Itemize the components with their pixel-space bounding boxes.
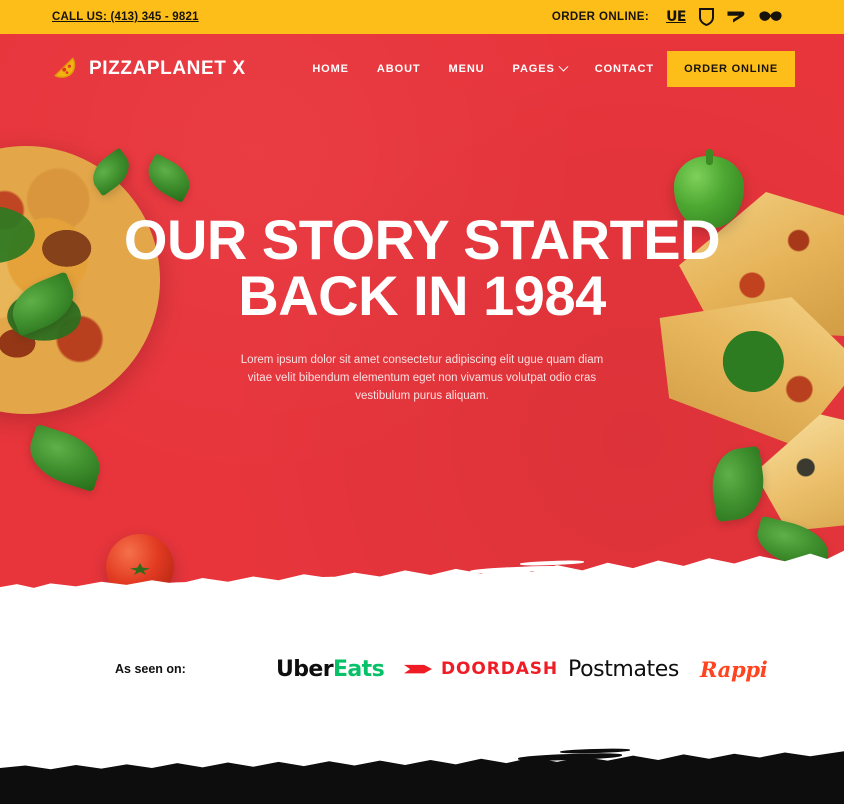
chevron-down-icon [558,61,569,72]
doordash-logo[interactable]: DOORDASH [404,659,558,679]
nav-item-menu-label: MENU [448,63,485,75]
uber-eats-icon[interactable]: UE [666,8,686,26]
order-online-label: ORDER ONLINE: [551,11,650,23]
basil-leaf-image-2 [141,153,197,203]
uber-eats-logo-word1: Uber [276,656,334,682]
nav-item-pages-label: PAGES [512,63,555,75]
basil-leaf-image-4 [22,423,108,493]
nav-item-home-label: HOME [312,63,349,75]
nav-item-contact-label: CONTACT [594,63,654,75]
nav-item-menu[interactable]: MENU [449,63,485,75]
nav-item-home[interactable]: HOME [312,63,349,75]
basil-leaf-image-5 [707,445,769,523]
uber-eats-logo[interactable]: UberEats [276,656,385,682]
hero-section: PIZZAPLANET X HOME ABOUT MENU PAGES CONT… [0,34,844,614]
nav-links-group: HOME ABOUT MENU PAGES CONTACT [312,61,654,75]
uber-eats-glyph: UE [666,9,686,25]
postmates-logo[interactable]: Postmates [568,657,679,682]
uber-eats-logo-word2: Eats [332,656,385,682]
basil-leaf-image-1 [85,147,137,197]
doordash-logo-text: DOORDASH [441,659,559,679]
page-title: OUR STORY STARTED BACK IN 1984 [123,208,721,327]
hero-copy: OUR STORY STARTED BACK IN 1984 Lorem ips… [0,212,844,405]
doordash-chevron-icon [404,664,432,674]
hero-subtitle: Lorem ipsum dolor sit amet consectetur a… [240,354,604,402]
nav-item-about[interactable]: ABOUT [377,63,421,75]
rappi-logo[interactable]: Rappi [700,657,768,682]
order-online-group: ORDER ONLINE: UE [552,8,782,26]
hero-torn-edge [0,550,844,614]
nav-item-pages[interactable]: PAGES [512,61,569,75]
order-online-button[interactable]: ORDER ONLINE [667,51,795,87]
as-seen-on-section: As seen on: UberEats DOORDASH Postmates … [0,614,844,764]
brand-name-text: PIZZAPLANET X [89,58,246,79]
doordash-icon[interactable] [699,8,714,26]
nav-item-about-label: ABOUT [376,63,421,75]
grubhub-icon[interactable] [759,8,782,26]
pizza-slice-icon [52,55,78,84]
as-seen-on-label: As seen on: [115,662,186,676]
nav-item-contact[interactable]: CONTACT [595,63,654,75]
call-us-phone-link[interactable]: CALL US: (413) 345 - 9821 [52,11,199,23]
brand-logo-link[interactable]: PIZZAPLANET X [52,55,246,84]
pizza-slice-image-3 [742,398,844,551]
page-root: CALL US: (413) 345 - 9821 ORDER ONLINE: … [0,0,844,804]
top-utility-bar: CALL US: (413) 345 - 9821 ORDER ONLINE: … [0,0,844,34]
main-navigation: PIZZAPLANET X HOME ABOUT MENU PAGES CONT… [0,34,844,104]
postmates-icon[interactable] [727,8,746,26]
